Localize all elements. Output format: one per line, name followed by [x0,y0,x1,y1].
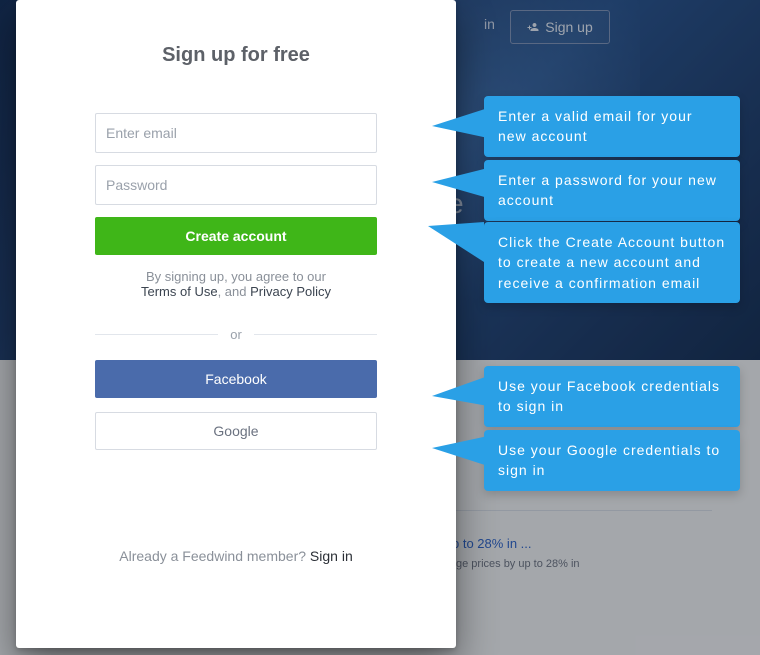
callout-pointer-icon [432,376,488,406]
agree-prefix: By signing up, you agree to our [146,269,326,284]
callout-pointer-icon [432,436,488,466]
google-signin-button[interactable]: Google [95,412,377,450]
signin-link[interactable]: Sign in [310,548,353,564]
google-label: Google [213,423,258,439]
or-divider: or [95,327,377,342]
callout-text: Use your Facebook credentials to sign in [498,378,720,414]
callout-text: Click the Create Account button to creat… [498,234,725,291]
modal-content: Sign up for free Create account By signi… [16,0,456,564]
callout-text: Enter a password for your new account [498,172,717,208]
facebook-label: Facebook [205,371,266,387]
signup-modal: Sign up for free Create account By signi… [16,0,456,648]
privacy-link[interactable]: Privacy Policy [250,284,331,299]
callout-facebook: Use your Facebook credentials to sign in [484,366,740,427]
page-root: in Sign up e p to 28% in ... ge prices b… [0,0,760,655]
callout-pointer-icon [432,168,488,198]
callout-create-account: Click the Create Account button to creat… [484,222,740,303]
callout-pointer-icon [428,218,484,262]
agree-text: By signing up, you agree to our Terms of… [72,269,400,299]
email-field-wrapper[interactable] [95,113,377,153]
callout-text: Enter a valid email for your new account [498,108,693,144]
divider-line [254,334,377,335]
divider-line [95,334,218,335]
terms-link[interactable]: Terms of Use [141,284,218,299]
callout-email: Enter a valid email for your new account [484,96,740,157]
create-account-label: Create account [185,228,286,244]
or-label: or [230,327,242,342]
footer-prefix: Already a Feedwind member? [119,548,310,564]
facebook-signin-button[interactable]: Facebook [95,360,377,398]
modal-title: Sign up for free [72,44,400,67]
modal-footer: Already a Feedwind member? Sign in [72,548,400,564]
callout-google: Use your Google credentials to sign in [484,430,740,491]
agree-sep: , and [218,284,251,299]
email-field[interactable] [106,125,366,141]
create-account-button[interactable]: Create account [95,217,377,255]
callout-text: Use your Google credentials to sign in [498,442,720,478]
password-field[interactable] [106,177,366,193]
callout-pointer-icon [432,108,488,138]
password-field-wrapper[interactable] [95,165,377,205]
callout-password: Enter a password for your new account [484,160,740,221]
